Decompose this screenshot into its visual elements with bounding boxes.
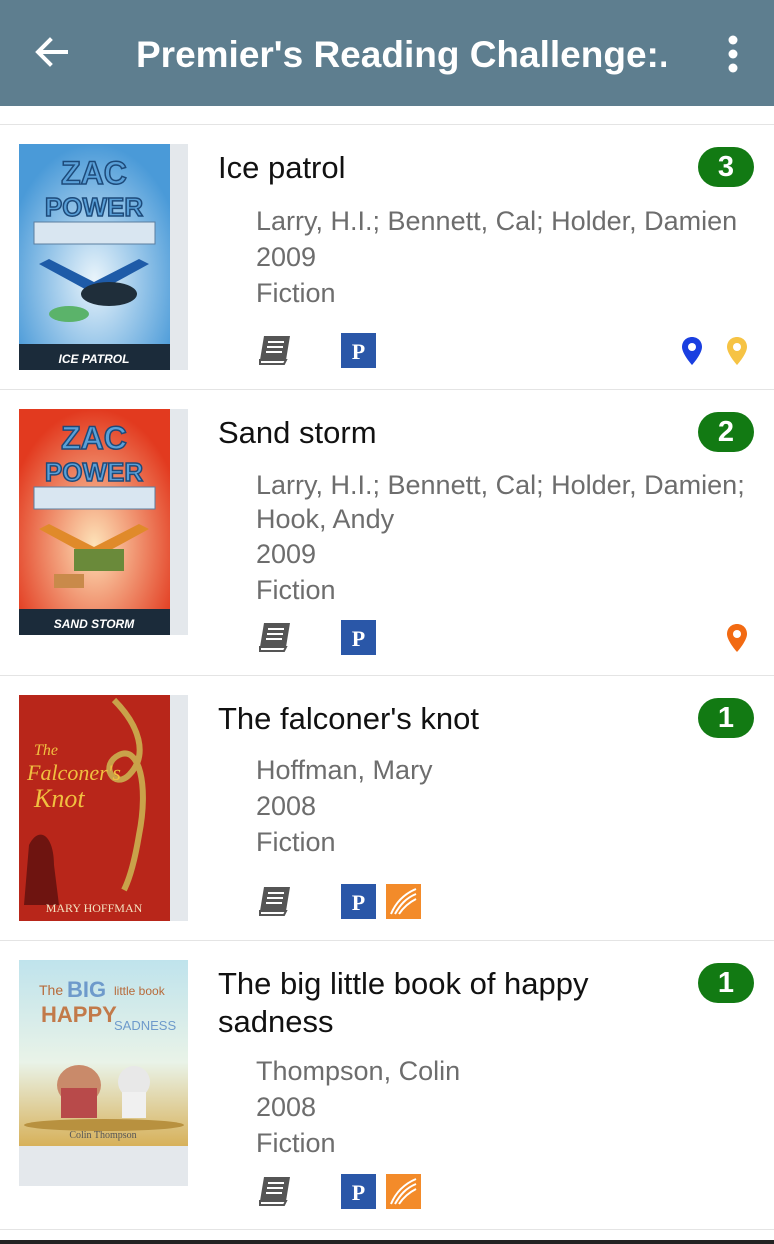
ebook-icon <box>386 1174 421 1209</box>
list-item[interactable]: ZAC POWER ICE PATROL Ice patrol 3 Larry,… <box>0 124 774 389</box>
divider <box>0 1229 774 1230</box>
book-year: 2009 <box>256 242 317 272</box>
svg-text:SADNESS: SADNESS <box>114 1018 176 1033</box>
book-genre: Fiction <box>256 827 336 857</box>
premiers-challenge-icon: P <box>341 620 376 655</box>
svg-text:ICE PATROL: ICE PATROL <box>59 352 130 366</box>
cover-image: ZAC POWER ICE PATROL <box>19 144 170 370</box>
book-genre: Fiction <box>256 575 336 605</box>
book-icon <box>259 1177 290 1206</box>
book-genre: Fiction <box>256 1128 336 1158</box>
svg-text:The: The <box>34 742 58 759</box>
svg-text:P: P <box>352 1180 365 1205</box>
svg-text:P: P <box>352 339 365 364</box>
format-icons: P <box>256 620 456 658</box>
list-item[interactable]: The BIG little book HAPPY SADNESS Colin … <box>0 940 774 1230</box>
format-icons: P <box>256 333 456 371</box>
book-authors: Hoffman, Mary <box>256 755 433 785</box>
cover-image: ZAC POWER SAND STORM <box>19 409 170 635</box>
svg-text:SAND STORM: SAND STORM <box>54 617 135 631</box>
copies-badge: 1 <box>698 698 754 738</box>
book-cover[interactable]: ZAC POWER ICE PATROL <box>19 144 188 370</box>
arrow-back-icon[interactable] <box>30 30 74 74</box>
book-cover[interactable]: The BIG little book HAPPY SADNESS Colin … <box>19 960 188 1186</box>
svg-text:ZAC: ZAC <box>61 155 127 191</box>
book-cover[interactable]: The Falconer's Knot MARY HOFFMAN <box>19 695 188 921</box>
book-title[interactable]: Sand storm <box>218 414 678 452</box>
premiers-challenge-icon: P <box>341 884 376 919</box>
ebook-icon <box>386 884 421 919</box>
premiers-challenge-icon: P <box>341 1174 376 1209</box>
svg-text:POWER: POWER <box>45 192 143 222</box>
book-title[interactable]: The falconer's knot <box>218 700 678 738</box>
svg-text:The: The <box>39 982 63 998</box>
list-item[interactable]: The Falconer's Knot MARY HOFFMAN The fal… <box>0 675 774 940</box>
book-icon <box>259 623 290 652</box>
more-vert-icon[interactable] <box>716 32 750 76</box>
format-icons: P <box>256 1174 456 1212</box>
book-title[interactable]: The big little book of happy sadness <box>218 965 658 1041</box>
book-year: 2008 <box>256 791 317 821</box>
location-pin-icon[interactable] <box>680 335 704 367</box>
copies-badge: 1 <box>698 963 754 1003</box>
copies-badge: 3 <box>698 147 754 187</box>
list-item[interactable]: ZAC POWER SAND STORM Sand storm 2 Larry,… <box>0 389 774 675</box>
format-icons: P <box>256 884 456 922</box>
book-authors: Larry, H.I.; Bennett, Cal; Holder, Damie… <box>256 470 745 534</box>
book-authors: Larry, H.I.; Bennett, Cal; Holder, Damie… <box>256 206 738 236</box>
book-title[interactable]: Ice patrol <box>218 149 678 187</box>
location-pin-icon[interactable] <box>725 622 749 654</box>
page-title: Premier's Reading Challenge:... <box>136 34 666 75</box>
svg-text:HAPPY: HAPPY <box>41 1002 117 1027</box>
premiers-challenge-icon: P <box>341 333 376 368</box>
copies-badge: 2 <box>698 412 754 452</box>
book-list: ZAC POWER ICE PATROL Ice patrol 3 Larry,… <box>0 124 774 1230</box>
book-icon <box>259 887 290 916</box>
book-year: 2008 <box>256 1092 317 1122</box>
svg-text:Knot: Knot <box>33 784 85 813</box>
location-pin-icon[interactable] <box>725 335 749 367</box>
cover-image: The BIG little book HAPPY SADNESS Colin … <box>19 960 188 1146</box>
bottom-edge <box>0 1240 774 1244</box>
svg-text:P: P <box>352 890 365 915</box>
svg-text:POWER: POWER <box>45 457 143 487</box>
svg-text:ZAC: ZAC <box>61 420 127 456</box>
book-year: 2009 <box>256 539 317 569</box>
app-bar: Premier's Reading Challenge:... <box>0 0 774 106</box>
svg-text:Colin Thompson: Colin Thompson <box>69 1130 136 1141</box>
book-cover[interactable]: ZAC POWER SAND STORM <box>19 409 188 635</box>
book-authors: Thompson, Colin <box>256 1056 461 1086</box>
cover-image: The Falconer's Knot MARY HOFFMAN <box>19 695 170 921</box>
book-genre: Fiction <box>256 278 336 308</box>
book-icon <box>259 336 290 365</box>
svg-text:Falconer's: Falconer's <box>26 760 121 785</box>
svg-text:P: P <box>352 626 365 651</box>
svg-text:BIG: BIG <box>67 977 106 1002</box>
svg-text:MARY HOFFMAN: MARY HOFFMAN <box>46 901 143 915</box>
svg-text:little book: little book <box>114 984 166 998</box>
